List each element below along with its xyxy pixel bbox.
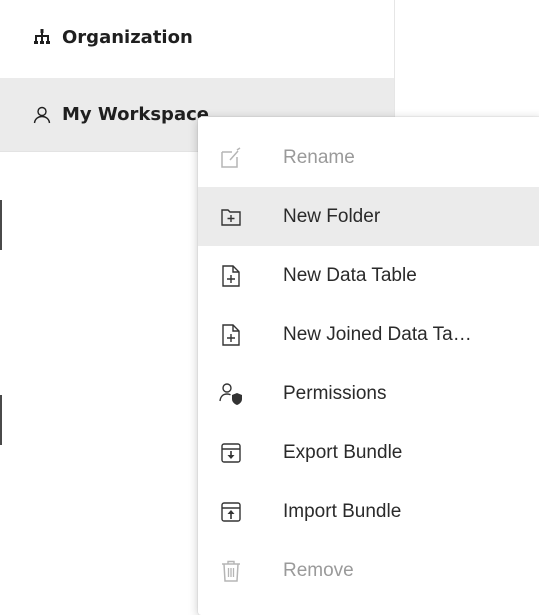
menu-item-label: New Data Table bbox=[283, 264, 417, 286]
sidebar-item-label: My Workspace bbox=[62, 104, 209, 125]
menu-item-new-data-table[interactable]: New Data Table bbox=[198, 246, 539, 305]
menu-item-label: Remove bbox=[283, 559, 354, 581]
context-menu: Rename New Folder New Data Table New Joi… bbox=[198, 117, 539, 615]
import-icon bbox=[218, 499, 244, 525]
rename-icon bbox=[218, 145, 244, 171]
new-file-icon bbox=[218, 322, 244, 348]
menu-item-permissions[interactable]: Permissions bbox=[198, 364, 539, 423]
menu-item-label: New Folder bbox=[283, 205, 381, 227]
user-icon bbox=[32, 105, 52, 125]
export-icon bbox=[218, 440, 244, 466]
menu-item-new-folder[interactable]: New Folder bbox=[198, 187, 539, 246]
menu-item-rename[interactable]: Rename bbox=[198, 128, 539, 187]
sidebar-item-organization[interactable]: Organization bbox=[0, 0, 394, 74]
menu-item-export-bundle[interactable]: Export Bundle bbox=[198, 423, 539, 482]
menu-item-label: Import Bundle bbox=[283, 500, 402, 522]
org-chart-icon bbox=[32, 27, 52, 47]
menu-item-label: Permissions bbox=[283, 382, 387, 404]
new-file-icon bbox=[218, 263, 244, 289]
menu-item-remove[interactable]: Remove bbox=[198, 541, 539, 600]
edge-divider bbox=[0, 200, 2, 250]
edge-divider bbox=[0, 395, 2, 445]
permissions-icon bbox=[218, 381, 244, 407]
menu-item-label: Export Bundle bbox=[283, 441, 403, 463]
menu-item-import-bundle[interactable]: Import Bundle bbox=[198, 482, 539, 541]
new-folder-icon bbox=[218, 204, 244, 230]
menu-item-new-joined-data-table[interactable]: New Joined Data Ta… bbox=[198, 305, 539, 364]
trash-icon bbox=[218, 558, 244, 584]
sidebar-item-label: Organization bbox=[62, 26, 193, 48]
menu-item-label: New Joined Data Ta… bbox=[283, 323, 472, 345]
menu-item-label: Rename bbox=[283, 146, 355, 168]
